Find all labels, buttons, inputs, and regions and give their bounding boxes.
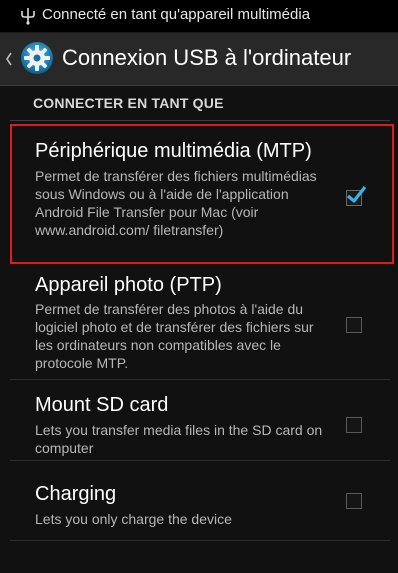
status-bar: Connecté en tant qu'appareil multimédia bbox=[0, 0, 398, 33]
option-mtp[interactable]: Périphérique multimédia (MTP) Permet de … bbox=[10, 126, 390, 264]
chevron-left-icon[interactable] bbox=[5, 51, 13, 67]
option-title: Charging bbox=[35, 483, 117, 505]
option-summary: Lets you transfer media files in the SD … bbox=[35, 422, 323, 456]
section-header-label: CONNECTER EN TANT QUE bbox=[33, 95, 224, 111]
mount-sd-checkbox[interactable] bbox=[346, 417, 362, 433]
page-title: Connexion USB à l'ordinateur bbox=[62, 45, 352, 70]
option-summary: Permet de transférer des photos à l'aide… bbox=[35, 301, 314, 371]
mtp-checkbox[interactable] bbox=[346, 186, 367, 206]
charging-checkbox[interactable] bbox=[346, 493, 362, 509]
action-bar: Connexion USB à l'ordinateur bbox=[0, 33, 398, 86]
ptp-checkbox[interactable] bbox=[346, 317, 362, 333]
option-summary: Permet de transférer des fichiers multim… bbox=[35, 168, 317, 238]
option-ptp[interactable]: Appareil photo (PTP) Permet de transfére… bbox=[10, 264, 390, 380]
option-title: Mount SD card bbox=[35, 394, 169, 416]
option-summary: Lets you only charge the device bbox=[35, 511, 232, 527]
settings-gear-icon[interactable] bbox=[20, 41, 54, 75]
status-notification-text: Connecté en tant qu'appareil multimédia bbox=[42, 6, 311, 23]
option-title: Appareil photo (PTP) bbox=[35, 274, 222, 296]
option-mount-sd-card[interactable]: Mount SD card Lets you transfer media fi… bbox=[10, 380, 390, 461]
checkmark-icon bbox=[346, 186, 367, 203]
option-title: Périphérique multimédia (MTP) bbox=[35, 140, 312, 162]
option-charging[interactable]: Charging Lets you only charge the device bbox=[10, 461, 390, 541]
usb-icon bbox=[21, 8, 35, 25]
section-header: CONNECTER EN TANT QUE bbox=[10, 86, 390, 121]
